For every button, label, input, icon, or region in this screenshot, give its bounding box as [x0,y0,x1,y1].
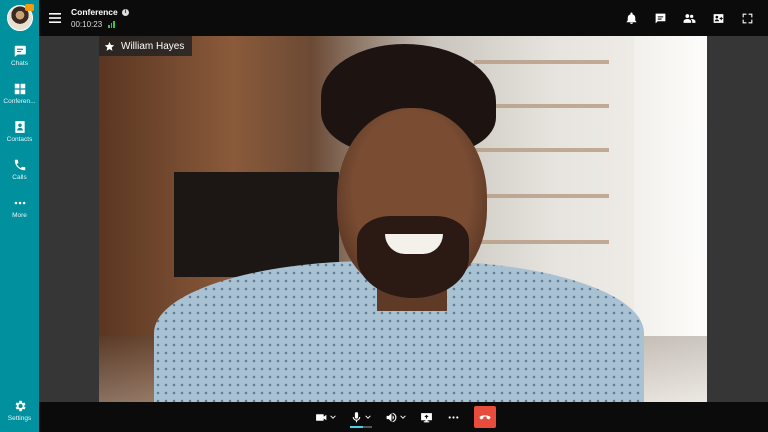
chat-icon [14,45,26,57]
microphone-button[interactable] [346,402,375,432]
top-bar: Conference i 00:10:23 [39,0,768,36]
sidebar-item-conference[interactable]: Conferen... [0,74,39,112]
bell-icon [626,12,637,24]
sidebar-item-more[interactable]: More [0,188,39,226]
sidebar-item-label: Calls [12,173,27,181]
sidebar-item-settings[interactable]: Settings [0,391,39,429]
camera-button[interactable] [311,402,340,432]
sidebar-item-label: Contacts [6,135,33,143]
hamburger-menu-button[interactable] [39,0,71,36]
calls-icon [14,159,25,170]
sidebar: Chats Conferen... Contacts Calls More Se… [0,0,39,432]
participants-button[interactable] [675,0,704,36]
star-icon[interactable] [104,41,115,52]
fullscreen-button[interactable] [733,0,762,36]
video-stage: William Hayes [39,36,768,402]
call-info: Conference i 00:10:23 [71,7,129,29]
call-controls [39,402,768,432]
status-badge [25,4,34,11]
more-dots-icon [448,415,459,419]
chevron-down-icon[interactable] [400,414,406,420]
mic-level-meter [350,426,372,428]
sidebar-item-calls[interactable]: Calls [0,150,39,188]
conference-icon [14,83,25,94]
chat-button[interactable] [646,0,675,36]
microphone-icon [352,411,361,422]
participant-video[interactable]: William Hayes [99,36,707,402]
chat-bubble-icon [655,13,666,23]
hang-up-button[interactable] [474,406,496,428]
people-icon [683,13,696,23]
participant-name: William Hayes [121,40,185,52]
screen-share-button[interactable] [416,402,437,432]
video-camera-icon [316,413,327,421]
chevron-down-icon[interactable] [365,414,371,420]
fullscreen-icon [742,13,753,23]
sidebar-item-chats[interactable]: Chats [0,36,39,74]
page-title: Conference [71,7,118,17]
call-timer: 00:10:23 [71,20,103,29]
chevron-down-icon[interactable] [330,414,336,420]
notifications-button[interactable] [617,0,646,36]
avatar[interactable] [0,0,39,36]
hamburger-icon [49,13,61,23]
sidebar-item-label: Settings [7,414,32,422]
participant-name-tag: William Hayes [99,36,193,56]
contacts-icon [14,120,25,133]
speaker-button[interactable] [381,402,410,432]
more-options-button[interactable] [443,402,464,432]
top-actions [617,0,762,36]
sidebar-item-label: Chats [11,59,28,67]
sidebar-item-label: More [12,211,27,219]
add-person-icon [713,13,724,23]
sidebar-item-contacts[interactable]: Contacts [0,112,39,150]
add-participant-button[interactable] [704,0,733,36]
screen-share-icon [421,412,432,422]
info-icon[interactable]: i [121,8,129,16]
speaker-icon [386,412,397,422]
more-dots-icon [14,201,25,204]
phone-hangup-icon [479,415,491,420]
signal-strength-icon [108,21,115,28]
sidebar-item-label: Conferen... [3,97,36,105]
gear-icon [15,400,26,411]
